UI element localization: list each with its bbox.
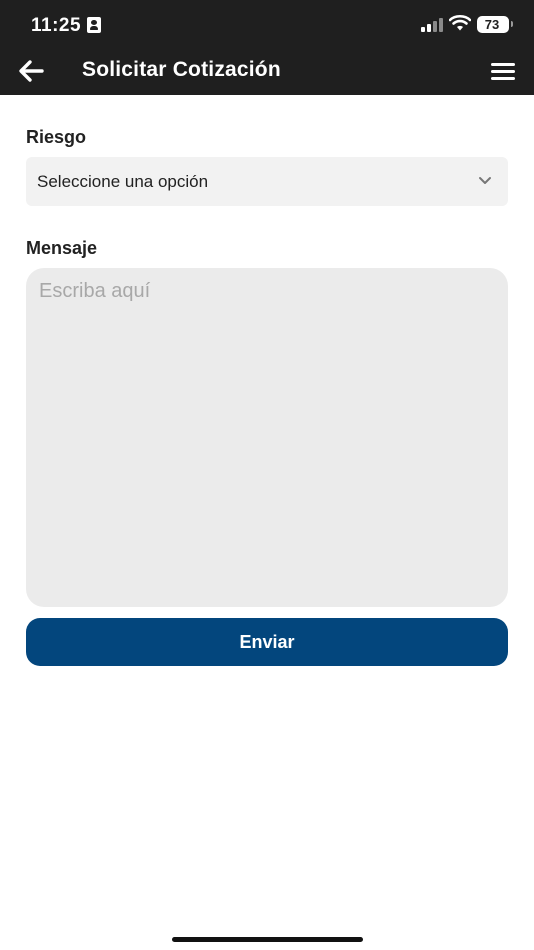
home-indicator[interactable] [172, 937, 363, 942]
page-title: Solicitar Cotización [82, 58, 281, 81]
message-label: Mensaje [26, 238, 98, 258]
send-button-label: Enviar [239, 632, 295, 652]
signal-icon [421, 18, 445, 32]
chevron-down-icon [479, 177, 491, 184]
battery-icon: 73 [477, 16, 513, 33]
status-bar: 11:25 73 [0, 0, 534, 48]
message-placeholder: Escriba aquí [39, 280, 151, 302]
risk-select[interactable]: Seleccione una opción [26, 157, 508, 206]
hamburger-menu-icon[interactable] [488, 57, 518, 85]
risk-select-value: Seleccione una opción [37, 172, 209, 191]
id-card-icon [87, 17, 101, 33]
status-time: 11:25 [31, 15, 82, 36]
message-textarea[interactable]: Escriba aquí [26, 268, 508, 607]
send-button[interactable]: Enviar [26, 618, 508, 666]
wifi-icon [449, 14, 471, 31]
battery-level: 73 [484, 17, 500, 32]
header-bar: Solicitar Cotización [0, 48, 534, 95]
risk-label: Riesgo [26, 127, 87, 147]
arrow-left-icon[interactable] [14, 56, 46, 86]
